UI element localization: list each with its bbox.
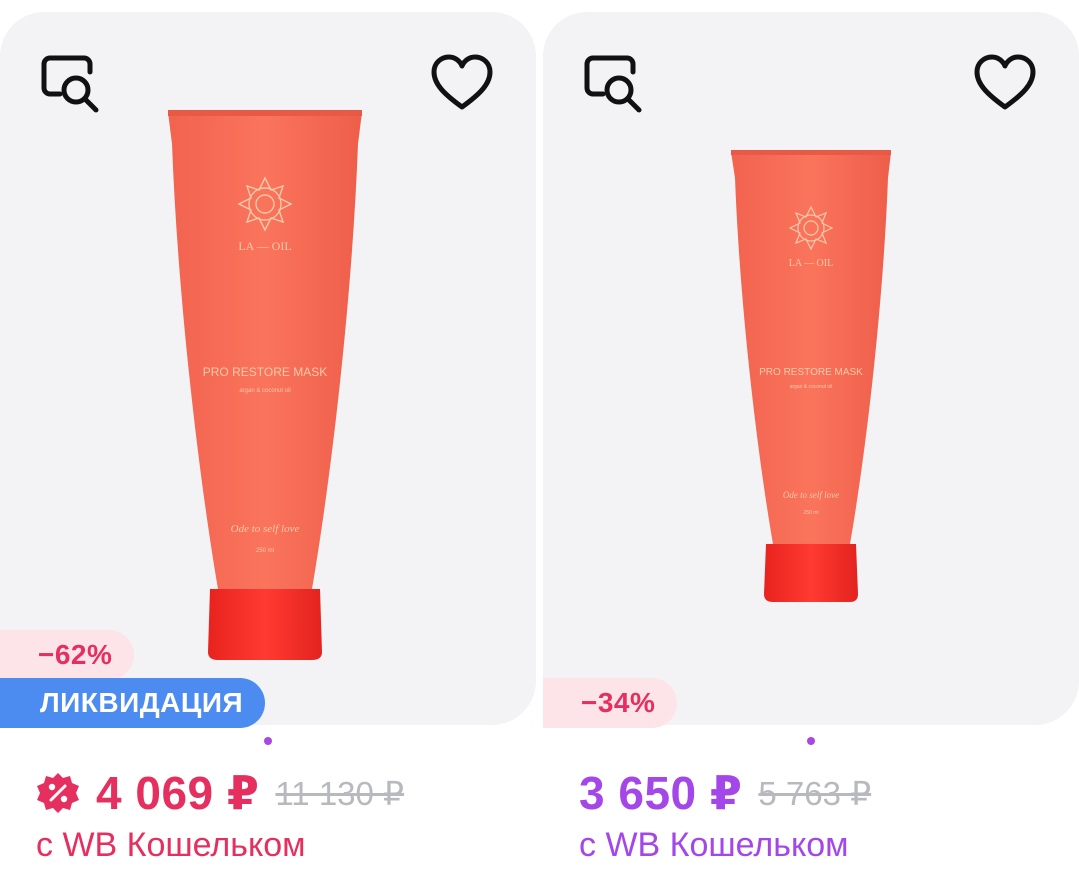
heart-outline-icon[interactable]	[973, 52, 1037, 116]
wallet-note: с WB Кошельком	[579, 826, 849, 864]
product-brand: LA — OIL	[789, 258, 833, 269]
find-similar-icon[interactable]	[38, 52, 102, 116]
product-name: PRO RESTORE MASK	[203, 365, 327, 379]
product-name: PRO RESTORE MASK	[759, 367, 863, 378]
carousel-dot	[264, 737, 272, 745]
find-similar-icon[interactable]	[581, 52, 645, 116]
product-photo[interactable]: LA — OIL PRO RESTORE MASK argan & coconu…	[0, 12, 536, 725]
current-price: 3 650 ₽	[579, 767, 743, 819]
heart-outline-icon[interactable]	[430, 52, 494, 116]
product-note: argan & coconut oil	[239, 388, 290, 394]
discount-badge-icon	[37, 773, 79, 813]
product-card[interactable]: LA — OIL PRO RESTORE MASK argan & coconu…	[543, 0, 1079, 883]
discount-badge: −34%	[543, 678, 678, 728]
old-price: 5 763 ₽	[758, 774, 872, 812]
current-price: 4 069 ₽	[96, 767, 260, 819]
product-card[interactable]: LA — OIL PRO RESTORE MASK argan & coconu…	[0, 0, 536, 883]
liquidation-badge: ЛИКВИДАЦИЯ	[0, 678, 266, 728]
product-tagline: Ode to self love	[783, 490, 839, 500]
product-tagline: Ode to self love	[231, 523, 300, 535]
product-volume: 250 ml	[803, 510, 818, 516]
wallet-note: с WB Кошельком	[36, 826, 306, 864]
product-note: argan & coconut oil	[790, 384, 833, 390]
price-row: 4 069 ₽ 11 130 ₽	[36, 760, 404, 826]
carousel-dot	[807, 737, 815, 745]
product-volume: 250 ml	[256, 548, 274, 554]
product-image: LA — OIL PRO RESTORE MASK argan & coconu…	[168, 110, 362, 660]
product-photo[interactable]: LA — OIL PRO RESTORE MASK argan & coconu…	[543, 12, 1079, 725]
old-price: 11 130 ₽	[275, 774, 405, 812]
product-brand: LA — OIL	[238, 239, 291, 253]
price-row: 3 650 ₽ 5 763 ₽	[579, 760, 871, 826]
discount-badge: −62%	[0, 630, 135, 680]
product-image: LA — OIL PRO RESTORE MASK argan & coconu…	[731, 150, 891, 602]
